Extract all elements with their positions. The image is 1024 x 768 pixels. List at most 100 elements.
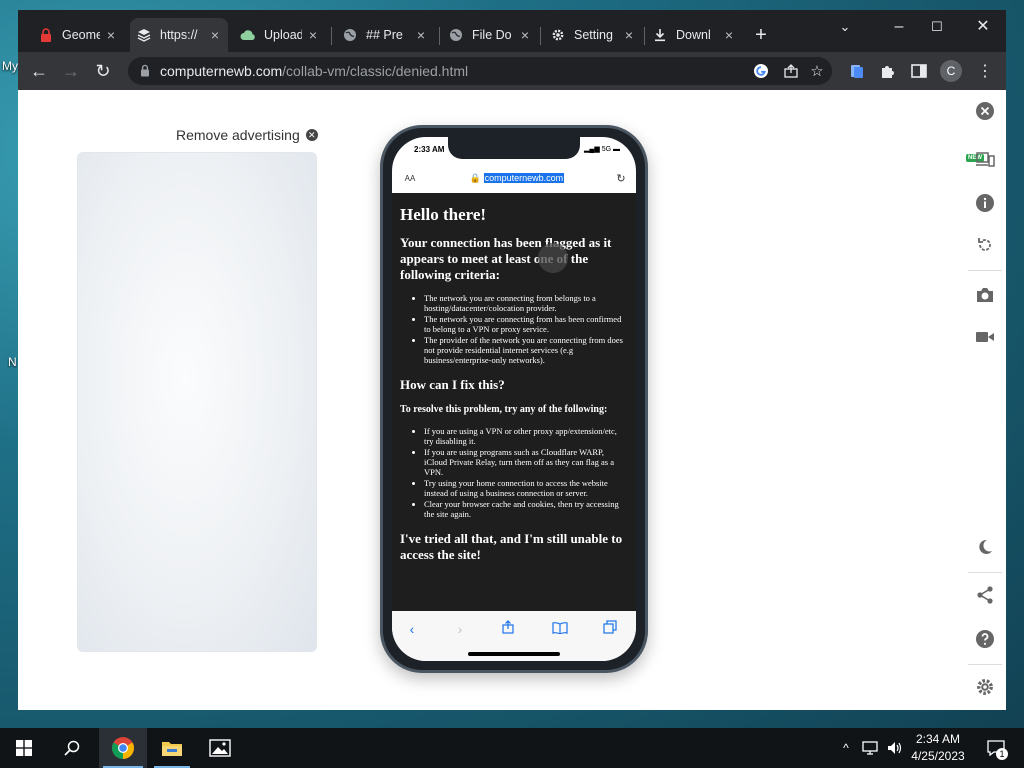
taskbar-chrome[interactable] [99, 728, 147, 768]
close-tab-icon[interactable]: × [722, 27, 736, 43]
network-icon[interactable] [860, 728, 882, 768]
tab-search-icon[interactable]: ⌄ [830, 14, 860, 40]
tab-separator [540, 27, 541, 45]
remove-advertising-link[interactable]: Remove advertising ✕ [176, 127, 318, 143]
tab-separator [439, 27, 440, 45]
notifications-button[interactable]: 1 [982, 728, 1010, 768]
network-type: 5G [601, 146, 612, 153]
clock-date[interactable]: 4/25/2023 [908, 749, 968, 763]
tab-separator [644, 27, 645, 45]
vm-icon [136, 27, 152, 43]
tab-geometry[interactable]: Geome × [32, 22, 124, 48]
close-tab-icon[interactable]: × [306, 27, 320, 43]
reload-icon[interactable]: ↻ [612, 172, 630, 185]
list-item: Try using your home connection to access… [424, 478, 628, 498]
safari-bookmarks-icon[interactable] [550, 619, 570, 639]
list-item: The network you are connecting from belo… [424, 293, 628, 313]
lock-icon [140, 64, 150, 82]
tab-file-download[interactable]: File Do × [442, 22, 538, 48]
safari-url[interactable]: 🔒 computernewb.com [422, 172, 612, 184]
desktop-icon-label[interactable]: My [2, 59, 18, 73]
tab-strip: Geome × https:// × Upload × ## Pre × Fil… [18, 10, 1006, 52]
close-tab-icon[interactable]: × [208, 27, 222, 43]
maximize-button[interactable]: ☐ [922, 14, 952, 40]
url-domain: computernewb.com [160, 63, 283, 79]
windows-logo-icon [16, 740, 32, 756]
tab-active[interactable]: https:// × [130, 18, 228, 52]
reload-button[interactable]: ↻ [92, 60, 114, 82]
list-item: The network you are connecting from has … [424, 314, 628, 334]
safari-tabs-icon[interactable] [600, 619, 620, 639]
search-icon [64, 740, 80, 756]
taskbar-file-explorer[interactable] [150, 728, 194, 768]
rail-divider [968, 572, 1002, 573]
list-item: The provider of the network you are conn… [424, 335, 628, 365]
globe-icon [448, 27, 464, 43]
close-tab-icon[interactable]: × [104, 27, 118, 43]
close-circle-icon[interactable] [974, 100, 996, 122]
tab-upload[interactable]: Upload × [234, 22, 326, 48]
right-tool-rail: NEW [964, 90, 1006, 710]
close-tab-icon[interactable]: × [414, 27, 428, 43]
safari-share-icon[interactable] [498, 619, 518, 639]
share-icon[interactable] [780, 60, 802, 82]
dark-mode-moon-icon[interactable] [974, 536, 996, 558]
tab-label: Upload [264, 28, 302, 42]
safari-forward-icon[interactable]: › [450, 619, 470, 639]
clock-time[interactable]: 2:34 AM [908, 732, 968, 746]
status-signal: ▂▄▆ 5G ▬ [584, 145, 620, 153]
download-icon [652, 27, 668, 43]
start-button[interactable] [8, 728, 40, 768]
settings-gear-icon[interactable] [974, 676, 996, 698]
windows-taskbar: ^ 2:34 AM 4/25/2023 1 [0, 728, 1024, 768]
camera-icon[interactable] [974, 284, 996, 306]
info-icon[interactable] [974, 192, 996, 214]
search-button[interactable] [56, 728, 88, 768]
denied-page-content: Hello there! Your connection has been fl… [392, 193, 636, 611]
tab-settings[interactable]: Setting × [544, 22, 642, 48]
tray-overflow-icon[interactable]: ^ [836, 728, 856, 768]
tab-separator [331, 27, 332, 45]
profile-avatar[interactable]: C [940, 60, 962, 82]
tab-downloads[interactable]: Downl × [646, 22, 742, 48]
rotate-icon[interactable] [974, 234, 996, 256]
help-icon[interactable] [974, 628, 996, 650]
address-bar[interactable]: computernewb.com/collab-vm/classic/denie… [128, 57, 832, 85]
chrome-icon [112, 737, 134, 759]
close-window-button[interactable]: ✕ [968, 14, 998, 40]
safari-address-bar[interactable]: AA 🔒 computernewb.com ↻ [398, 167, 630, 189]
puzzle-extensions-icon[interactable] [876, 60, 898, 82]
close-tab-icon[interactable]: × [622, 27, 636, 43]
home-indicator [468, 652, 560, 656]
safari-back-icon[interactable]: ‹ [402, 619, 422, 639]
menu-kebab-icon[interactable]: ⋮ [974, 60, 996, 82]
google-lens-icon[interactable] [750, 60, 772, 82]
desktop-icon-label[interactable]: N [8, 355, 17, 369]
lock-red-icon [38, 27, 54, 43]
share-nodes-icon[interactable] [974, 584, 996, 606]
extension-icon[interactable] [846, 60, 868, 82]
globe-icon [342, 27, 358, 43]
side-panel-icon[interactable] [908, 60, 930, 82]
taskbar-photos[interactable] [198, 728, 242, 768]
forward-button[interactable]: → [60, 60, 82, 82]
lock-icon: 🔒 [469, 172, 482, 183]
minimize-button[interactable]: – [884, 14, 914, 40]
video-camera-icon[interactable] [974, 326, 996, 348]
chrome-window: Geome × https:// × Upload × ## Pre × Fil… [18, 10, 1006, 710]
device-switch-icon[interactable] [974, 148, 996, 170]
new-tab-button[interactable]: + [750, 24, 772, 46]
back-button[interactable]: ← [28, 60, 50, 82]
reader-aa-button[interactable]: AA [398, 174, 422, 183]
photos-icon [209, 739, 231, 757]
safari-url-domain: computernewb.com [483, 172, 565, 183]
volume-icon[interactable] [884, 728, 906, 768]
url-text: computernewb.com/collab-vm/classic/denie… [160, 63, 468, 79]
bookmark-star-icon[interactable]: ☆ [806, 60, 828, 82]
phone-notch [448, 137, 580, 159]
fix-list: If you are using a VPN or other proxy ap… [400, 426, 628, 519]
page-content: Remove advertising ✕ 2:33 AM ▂▄▆ 5G ▬ AA… [18, 90, 1006, 710]
tab-preview[interactable]: ## Pre × [336, 22, 434, 48]
close-tab-icon[interactable]: × [518, 27, 532, 43]
tab-label: ## Pre [366, 28, 403, 42]
